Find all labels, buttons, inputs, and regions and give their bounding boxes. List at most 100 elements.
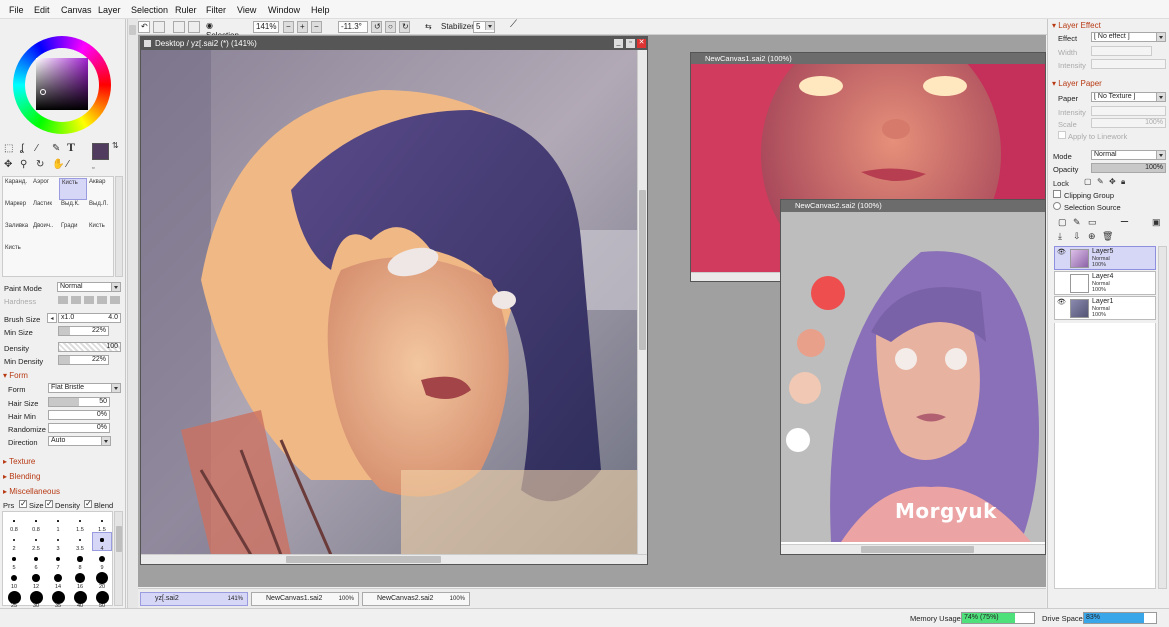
brush-preset-dot[interactable] — [33, 556, 39, 562]
stabilizer-select[interactable]: 5 — [473, 21, 495, 33]
apply-linework-checkbox[interactable] — [1058, 131, 1066, 139]
preset-blend-checkbox[interactable] — [84, 499, 92, 508]
main-canvas-title[interactable]: Desktop / yz[.sai2 (*) (141%) — [141, 37, 647, 50]
invert-selection-icon[interactable] — [188, 21, 200, 33]
intensity-field[interactable] — [1091, 59, 1166, 69]
merge-down-icon[interactable]: ⤓ — [1058, 231, 1062, 241]
main-vertical-scrollbar[interactable] — [637, 50, 647, 554]
deselect-icon[interactable] — [173, 21, 185, 33]
zoom-in-button[interactable]: + — [297, 21, 308, 33]
rotate-right-button[interactable]: ↻ — [399, 21, 410, 33]
text-tool-icon[interactable]: T — [67, 141, 75, 153]
rotate-left-button[interactable]: ↺ — [371, 21, 382, 33]
redo-icon[interactable] — [153, 21, 165, 33]
brush-preset-dot[interactable] — [12, 557, 16, 561]
randomize-slider[interactable]: 0% — [48, 423, 110, 433]
lasso-icon[interactable]: ʆ — [20, 144, 24, 154]
merge-visible-icon[interactable]: ⊕ — [1088, 231, 1096, 241]
selection-toggle[interactable]: ◉ Selection — [204, 21, 248, 40]
layer-menu-icon[interactable]: ▣ — [1152, 217, 1161, 227]
layer1-visibility-eye-icon[interactable]: 👁︎ — [1057, 299, 1066, 307]
menu-view[interactable]: View — [237, 5, 256, 15]
zoom-tool-icon[interactable]: ⚲ — [20, 160, 27, 170]
canvas2-horizontal-scrollbar[interactable] — [781, 544, 1045, 554]
brush-preset-dot[interactable] — [32, 574, 40, 582]
hardness-selector[interactable] — [58, 296, 120, 304]
layer-row-layer4[interactable]: Layer4 Normal 100% — [1054, 271, 1156, 295]
tool-cell[interactable]: Выд.К. — [59, 200, 87, 222]
brush-preset-dot[interactable] — [55, 556, 61, 562]
direction-select[interactable]: Auto — [48, 436, 111, 446]
swap-colors-icon[interactable]: ⇅ — [112, 141, 119, 151]
selection-source-radio[interactable] — [1053, 202, 1061, 210]
menu-help[interactable]: Help — [311, 5, 330, 15]
effect-select[interactable]: [ No effect ] — [1091, 32, 1166, 42]
menu-layer[interactable]: Layer — [98, 5, 121, 15]
tool-cell[interactable]: Ластик — [31, 200, 59, 222]
menu-file[interactable]: File — [9, 5, 24, 15]
preset-size-checkbox[interactable] — [19, 499, 27, 508]
left-panel-scrollbar[interactable] — [127, 19, 138, 608]
brush-preset-dot[interactable] — [96, 572, 108, 584]
layer-paper-header[interactable]: ▾ Layer Paper — [1052, 79, 1102, 88]
color-picker-cursor[interactable] — [40, 89, 46, 95]
task-canvas2[interactable]: NewCanvas2.sai2 100% — [362, 592, 470, 606]
brush-preset-dot[interactable] — [78, 538, 82, 542]
lock-transparency-icon[interactable]: ▢ — [1084, 177, 1092, 187]
menu-edit[interactable]: Edit — [34, 5, 50, 15]
hair-size-slider[interactable]: 50 — [48, 397, 110, 407]
tool-cell[interactable]: Двоич.. — [31, 222, 59, 244]
tool-cell[interactable]: Кисть — [59, 178, 87, 200]
saturation-value-square[interactable] — [36, 58, 88, 110]
texture-section-header[interactable]: ▸ Texture — [3, 457, 35, 466]
rotation-field[interactable]: -11.3° — [338, 21, 368, 33]
lock-move-icon[interactable]: ✥ — [1109, 177, 1116, 187]
canvas2-window[interactable]: NewCanvas2.sai2 (100%) Morgyuk — [780, 199, 1046, 555]
min-density-slider[interactable]: 22% — [58, 355, 109, 365]
brush-preset-dot[interactable] — [79, 520, 81, 522]
paper-select[interactable]: [ No Texture ] — [1091, 92, 1166, 102]
form-section-header[interactable]: ▾ Form — [3, 371, 28, 380]
lock-paint-icon[interactable]: ✎ — [1097, 177, 1104, 187]
blend-mode-select[interactable]: Normal — [1091, 150, 1166, 160]
zoom-field[interactable]: 141% — [253, 21, 279, 33]
task-canvas1[interactable]: NewCanvas1.sai2 100% — [251, 592, 359, 606]
tool-cell[interactable]: Гради — [59, 222, 87, 244]
brush-preset-dot[interactable] — [34, 538, 38, 542]
presets-scrollbar[interactable] — [114, 511, 123, 606]
opacity-slider[interactable]: 100% — [1091, 163, 1166, 173]
canvas2-title[interactable]: NewCanvas2.sai2 (100%) — [781, 200, 1045, 212]
preset-density-checkbox[interactable] — [45, 499, 53, 508]
canvas2-artwork[interactable] — [781, 212, 1045, 542]
tool-cell[interactable]: Маркер — [3, 200, 31, 222]
eyedropper-icon[interactable]: ⁄ — [67, 160, 69, 170]
brush-preset-dot[interactable] — [56, 538, 60, 542]
form-select[interactable]: Flat Bristle — [48, 383, 121, 393]
layer-list-scrollbar[interactable] — [1158, 246, 1167, 589]
tool-cell[interactable]: Аквар — [87, 178, 115, 200]
menu-window[interactable]: Window — [268, 5, 300, 15]
layer-clear-icon[interactable]: ⚊ — [1120, 215, 1129, 225]
main-artwork[interactable] — [141, 50, 637, 555]
main-canvas-window[interactable]: Desktop / yz[.sai2 (*) (141%) _ ▫ ✕ — [140, 36, 648, 565]
hand-icon[interactable]: ✋ — [52, 160, 64, 170]
blending-section-header[interactable]: ▸ Blending — [3, 472, 40, 481]
menu-ruler[interactable]: Ruler — [175, 5, 197, 15]
width-field[interactable] — [1091, 46, 1152, 56]
minimize-button[interactable]: _ — [614, 39, 623, 48]
tool-cell[interactable]: Выд.Л. — [87, 200, 115, 222]
brush-preset-dot[interactable] — [101, 520, 103, 522]
layer-row-layer1[interactable]: 👁︎ Layer1 Normal 100% — [1054, 296, 1156, 320]
lock-all-icon[interactable]: 🔒︎ — [1121, 177, 1125, 187]
tool-cell[interactable]: Кисть — [87, 222, 115, 244]
brush-preset-dot[interactable] — [53, 573, 63, 583]
menu-canvas[interactable]: Canvas — [61, 5, 92, 15]
brush-preset-dot[interactable] — [29, 590, 43, 604]
misc-section-header[interactable]: ▸ Miscellaneous — [3, 487, 60, 496]
task-main[interactable]: yz[.sai2 141% — [140, 592, 248, 606]
brush-preset-dot[interactable] — [10, 574, 18, 582]
brush-preset-dot[interactable] — [13, 520, 15, 522]
brush-preset-dot[interactable] — [75, 573, 85, 583]
min-size-slider[interactable]: 22% — [58, 326, 109, 336]
transparent-color-icon[interactable]: ▫ — [92, 164, 94, 174]
